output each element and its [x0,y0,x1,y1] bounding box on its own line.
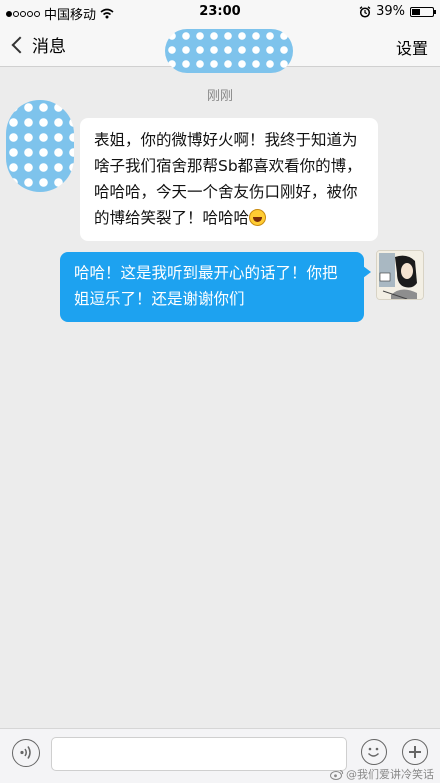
voice-input-button[interactable] [12,739,40,767]
battery-icon [410,6,436,17]
emoji-face-icon [368,747,379,757]
message-timestamp: 刚刚 [206,89,233,104]
contact-name-redacted [165,29,293,73]
battery-level [412,8,420,15]
plus-button[interactable] [402,739,428,765]
incoming-message-text: 表姐，你的微博好火啊！我终于知道为啥子我们宿舍那帮Sb都喜欢看你的博，哈哈哈，今… [94,131,362,227]
alarm-clock-icon [359,5,371,18]
settings-button[interactable]: 设置 [396,35,428,59]
chevron-left-icon [11,36,29,53]
voice-icon [20,746,31,759]
incoming-message-bubble: 表姐，你的微博好火啊！我终于知道为啥子我们宿舍那帮Sb都喜欢看你的博，哈哈哈，今… [80,118,378,241]
weibo-logo-icon [330,769,344,780]
back-label: 消息 [32,37,66,57]
contact-avatar[interactable] [6,100,74,192]
nav-bar: 消息 设置 [0,24,440,73]
watermark-text: @我们爱讲冷笑话 [346,768,434,781]
outgoing-message-text: 哈哈！这是我听到最开心的话了！你把姐逗乐了！还是谢谢你们 [74,264,338,308]
comic-character-icon [377,251,423,299]
emoji-button[interactable] [361,739,387,765]
status-right: 39% [359,4,436,19]
outgoing-message-bubble: 哈哈！这是我听到最开心的话了！你把姐逗乐了！还是谢谢你们 [60,252,371,322]
message-input[interactable] [51,737,347,771]
weibo-watermark: @我们爱讲冷笑话 [330,766,434,782]
battery-percent: 39% [376,4,405,19]
status-bar: 中国移动 23:00 39% [0,0,440,24]
self-avatar[interactable] [376,250,424,300]
back-button[interactable]: 消息 [10,32,66,57]
laughing-emoji-icon [249,209,267,226]
